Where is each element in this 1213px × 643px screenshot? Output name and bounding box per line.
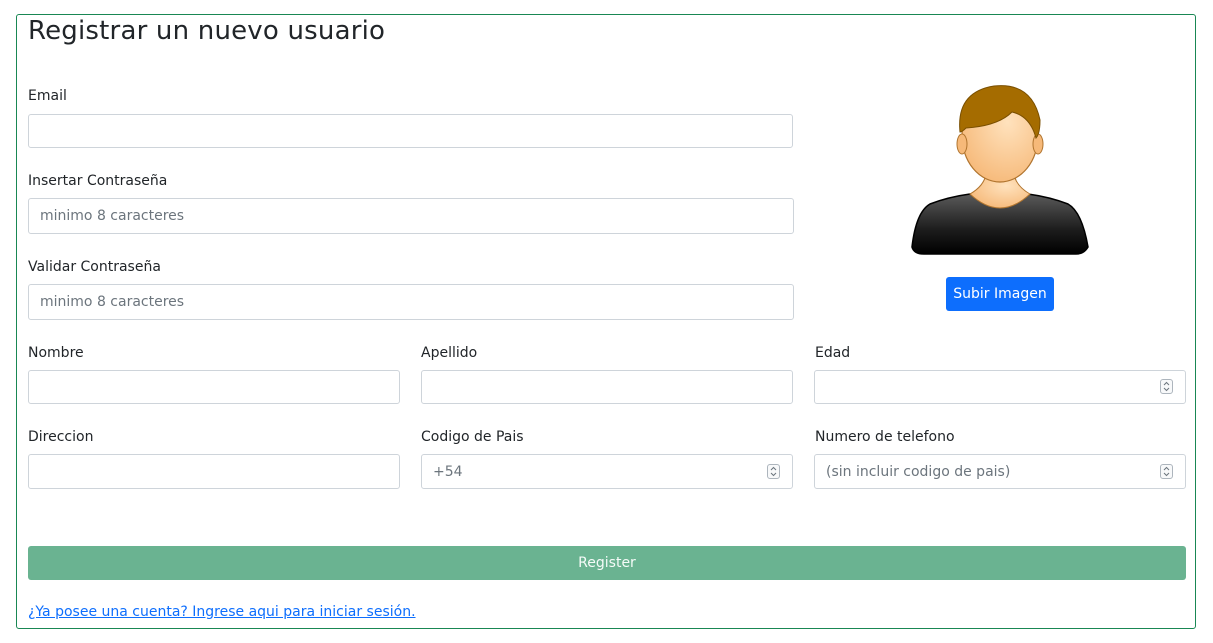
spinner-icon[interactable] <box>767 463 780 479</box>
spinner-icon[interactable] <box>1160 379 1173 394</box>
password-label: Insertar Contraseña <box>28 173 168 189</box>
password-confirm-label: Validar Contraseña <box>28 259 161 275</box>
upload-image-button[interactable]: Subir Imagen <box>946 277 1054 311</box>
address-input[interactable] <box>28 454 400 489</box>
country-code-placeholder: +54 <box>433 463 463 480</box>
first-name-input[interactable] <box>28 370 400 404</box>
password-placeholder: minimo 8 caracteres <box>40 208 185 224</box>
country-code-input[interactable]: +54 <box>421 454 793 489</box>
page-title: Registrar un nuevo usuario <box>28 16 386 46</box>
email-input[interactable] <box>28 114 793 148</box>
first-name-label: Nombre <box>28 345 84 361</box>
age-input[interactable] <box>814 370 1186 404</box>
login-link[interactable]: ¿Ya posee una cuenta? Ingrese aqui para … <box>28 604 416 620</box>
phone-label: Numero de telefono <box>815 429 955 445</box>
last-name-input[interactable] <box>421 370 793 404</box>
phone-input[interactable]: (sin incluir codigo de pais) <box>814 454 1186 489</box>
register-button[interactable]: Register <box>28 546 1186 580</box>
country-code-label: Codigo de Pais <box>421 429 524 445</box>
user-avatar-icon <box>911 85 1089 255</box>
spinner-icon[interactable] <box>1160 463 1173 479</box>
password-confirm-placeholder: minimo 8 caracteres <box>40 294 185 310</box>
password-confirm-input[interactable]: minimo 8 caracteres <box>28 284 794 320</box>
phone-placeholder: (sin incluir codigo de pais) <box>826 463 1011 480</box>
last-name-label: Apellido <box>421 345 478 361</box>
email-label: Email <box>28 88 67 104</box>
age-label: Edad <box>815 345 851 361</box>
address-label: Direccion <box>28 429 94 445</box>
password-input[interactable]: minimo 8 caracteres <box>28 198 794 234</box>
